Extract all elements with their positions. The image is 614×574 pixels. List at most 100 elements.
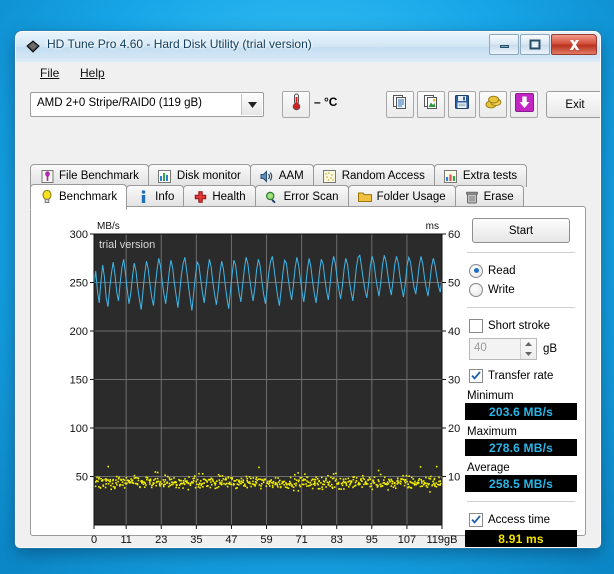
stepper-up-icon[interactable] [521, 339, 536, 349]
svg-text:95: 95 [366, 534, 378, 546]
svg-text:150: 150 [70, 375, 88, 387]
save-button[interactable] [448, 91, 476, 118]
tab-benchmark[interactable]: Benchmark [30, 184, 128, 210]
tab-row-top: File Benchmark Disk monitor AAM Random A… [30, 164, 528, 187]
application-window: HD Tune Pro 4.60 - Hard Disk Utility (tr… [15, 31, 601, 548]
menu-bar: File Help [16, 62, 600, 85]
maximize-button[interactable] [520, 34, 550, 55]
svg-text:100: 100 [70, 423, 88, 435]
svg-text:MB/s: MB/s [97, 221, 120, 232]
divider [467, 252, 575, 253]
start-button[interactable]: Start [472, 218, 570, 243]
tab-error-scan[interactable]: Error Scan [254, 185, 349, 208]
svg-text:11: 11 [120, 534, 131, 546]
stepper-down-icon[interactable] [521, 349, 536, 359]
copy-button[interactable] [386, 91, 414, 118]
radio-read-dot [469, 263, 483, 278]
average-value: 258.5 MB/s [465, 475, 577, 492]
lightbulb-icon [40, 189, 54, 204]
checkbox-transfer-rate[interactable]: Transfer rate [469, 367, 577, 384]
thermometer-icon [290, 93, 303, 116]
tab-folder-usage[interactable]: Folder Usage [347, 185, 456, 208]
svg-text:0: 0 [91, 534, 97, 546]
tab-file-benchmark-label: File Benchmark [59, 170, 139, 182]
short-stroke-stepper[interactable]: 40 [469, 338, 537, 360]
temperature-value: – °C [314, 95, 338, 109]
info-icon [136, 190, 150, 204]
drive-selector-value: AMD 2+0 Stripe/RAID0 (119 gB) [37, 97, 203, 109]
checkbox-short-stroke[interactable]: Short stroke [469, 317, 577, 334]
svg-text:47: 47 [225, 534, 237, 546]
folder-icon [357, 190, 372, 204]
tab-aam[interactable]: AAM [249, 164, 314, 187]
temperature-button[interactable] [282, 91, 310, 118]
coins-icon [485, 95, 502, 115]
tab-health[interactable]: Health [183, 185, 256, 208]
maximum-label: Maximum [467, 426, 517, 438]
short-stroke-value: 40 [474, 342, 487, 354]
tab-random-access-label: Random Access [341, 170, 425, 182]
drive-selector[interactable]: AMD 2+0 Stripe/RAID0 (119 gB) [30, 92, 264, 117]
radio-write[interactable]: Write [469, 281, 577, 298]
checkbox-access-time[interactable]: Access time [469, 511, 577, 528]
radio-read[interactable]: Read [469, 262, 577, 279]
results-sidebar: Start Read Write Short stroke 40 gB Tran… [465, 215, 577, 547]
svg-text:23: 23 [155, 534, 167, 546]
svg-text:107: 107 [398, 534, 416, 546]
coins-button[interactable] [479, 91, 507, 118]
benchmark-panel: MB/s ms 50 100 150 200 250 300 10 20 30 40 50 60 0 11 23… [30, 206, 586, 547]
tab-extra-tests[interactable]: Extra tests [433, 164, 528, 187]
copy-image-icon [423, 94, 439, 115]
minimum-value: 203.6 MB/s [465, 403, 577, 420]
access-time-value: 8.91 ms [465, 530, 577, 547]
chevron-down-icon[interactable] [241, 94, 262, 115]
access-time-checkbox-box [469, 512, 483, 527]
copy-image-button[interactable] [417, 91, 445, 118]
svg-text:35: 35 [190, 534, 202, 546]
transfer-rate-checkbox-box [469, 368, 483, 383]
close-button[interactable] [551, 34, 597, 55]
start-button-label: Start [508, 224, 534, 237]
speaker-icon [260, 169, 274, 183]
menu-help[interactable]: Help [74, 65, 111, 81]
access-time-label: Access time [488, 513, 550, 526]
tab-erase[interactable]: Erase [454, 185, 524, 208]
download-button[interactable] [510, 91, 538, 118]
save-icon [454, 94, 470, 115]
window-title: HD Tune Pro 4.60 - Hard Disk Utility (tr… [47, 37, 312, 51]
tab-random-access[interactable]: Random Access [312, 164, 435, 187]
svg-text:119gB: 119gB [427, 534, 458, 546]
health-cross-icon [193, 190, 207, 204]
tab-disk-monitor-label: Disk monitor [176, 170, 241, 182]
menu-help-label: Help [80, 66, 105, 80]
svg-text:300: 300 [70, 229, 88, 241]
toolbar: AMD 2+0 Stripe/RAID0 (119 gB) – °C Exit [16, 84, 600, 126]
svg-text:83: 83 [331, 534, 343, 546]
svg-text:ms: ms [426, 221, 439, 232]
tab-benchmark-label: Benchmark [59, 190, 118, 203]
file-benchmark-icon [40, 169, 54, 183]
trash-icon [465, 190, 479, 204]
minimum-label: Minimum [467, 390, 514, 402]
svg-text:50: 50 [76, 472, 88, 484]
title-bar-content: HD Tune Pro 4.60 - Hard Disk Utility (tr… [16, 32, 600, 62]
extra-tests-icon [444, 169, 458, 183]
exit-button[interactable]: Exit [546, 91, 600, 118]
tab-info-label: Info [155, 191, 175, 203]
stepper-buttons[interactable] [520, 339, 536, 359]
tab-info[interactable]: Info [126, 185, 185, 208]
svg-text:10: 10 [448, 472, 460, 484]
tab-disk-monitor[interactable]: Disk monitor [147, 164, 251, 187]
hdtune-diamond-icon [25, 39, 41, 55]
average-label: Average [467, 462, 510, 474]
svg-text:250: 250 [70, 278, 88, 290]
random-access-icon [323, 169, 337, 183]
download-arrow-icon [514, 92, 534, 117]
minimize-button[interactable] [489, 34, 519, 55]
tab-area: File Benchmark Disk monitor AAM Random A… [16, 126, 600, 547]
menu-file[interactable]: File [34, 65, 65, 81]
maximum-value: 278.6 MB/s [465, 439, 577, 456]
tab-extra-tests-label: Extra tests [462, 170, 518, 182]
svg-text:20: 20 [448, 423, 460, 435]
radio-write-dot [469, 282, 483, 297]
